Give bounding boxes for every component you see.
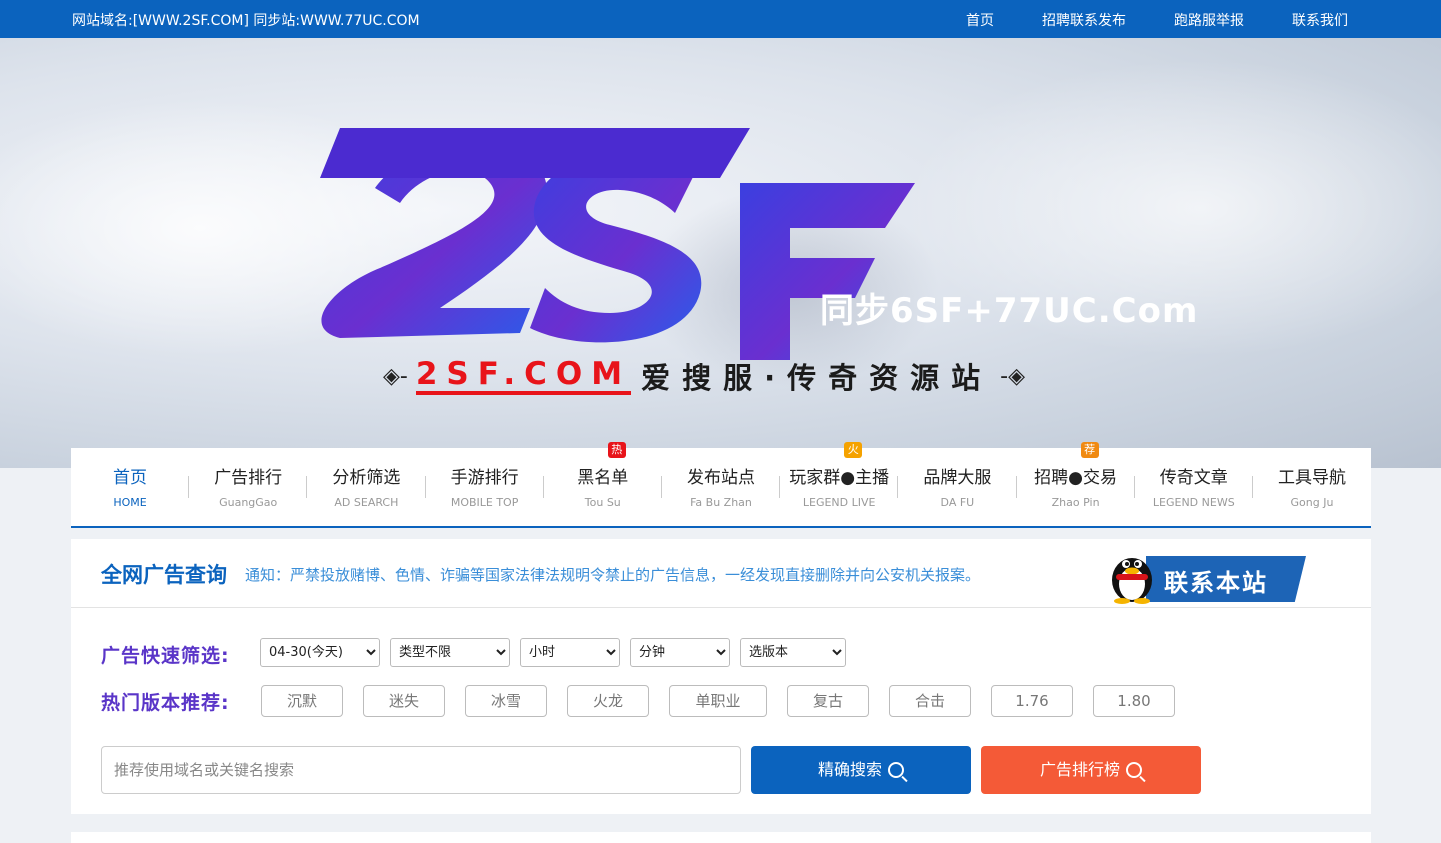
hot-tag[interactable]: 合击	[889, 685, 971, 717]
nav-badge: 热	[607, 442, 626, 458]
contact-site-button[interactable]: 联系本站	[1106, 548, 1306, 604]
nav-separator	[897, 476, 899, 498]
sync-domains: 同步6SF+77UC.Com	[820, 291, 1199, 331]
nav-item-label: 手游排行	[450, 468, 519, 488]
tagline: ◈- 2SF.COM 爱搜服·传奇资源站 -◈	[375, 356, 1033, 396]
nav-item-6[interactable]: 玩家群●主播 LEGEND LIVE 火	[780, 442, 898, 526]
search-icon	[888, 762, 904, 778]
precise-search-button[interactable]: 精确搜索	[751, 746, 971, 794]
notice-text: 通知：严禁投放赌博、色情、诈骗等国家法律法规明令禁止的广告信息，一经发现直接删除…	[245, 566, 981, 584]
hot-tag[interactable]: 沉默	[261, 685, 343, 717]
nav-separator	[542, 476, 544, 498]
nav-item-label: 玩家群●主播	[789, 468, 890, 488]
top-links: 首页 招聘联系发布 跑路服举报 联系我们	[918, 10, 1348, 30]
next-section-edge	[71, 832, 1371, 843]
ad-rank-label: 广告排行榜	[1039, 760, 1120, 779]
top-link-recruit[interactable]: 招聘联系发布	[1042, 10, 1126, 30]
nav-item-9[interactable]: 传奇文章 LEGEND NEWS	[1135, 448, 1253, 526]
domain-info: 网站域名:[WWW.2SF.COM] 同步站:WWW.77UC.COM	[72, 13, 420, 29]
nav-item-sublabel: AD SEARCH	[334, 496, 399, 509]
sync-band	[320, 128, 750, 178]
nav-separator	[779, 476, 781, 498]
nav-item-sublabel: HOME	[113, 496, 147, 509]
filter-label: 广告快速筛选:	[101, 645, 230, 667]
nav-separator	[306, 476, 308, 498]
nav-item-0[interactable]: 首页 HOME	[71, 448, 189, 526]
nav-item-label: 招聘●交易	[1034, 468, 1118, 488]
hot-tag[interactable]: 复古	[787, 685, 869, 717]
hot-tag[interactable]: 单职业	[669, 685, 767, 717]
nav-item-label: 传奇文章	[1159, 468, 1228, 488]
site-slogan: 爱搜服·传奇资源站	[641, 361, 993, 395]
nav-badge: 火	[844, 442, 863, 458]
minute-select[interactable]: 分钟	[630, 638, 730, 667]
site-logo[interactable]: 同步6SF+77UC.Com	[320, 128, 1220, 388]
hot-tag[interactable]: 火龙	[567, 685, 649, 717]
nav-item-label: 品牌大服	[923, 468, 992, 488]
main-nav: 首页 HOME 广告排行 GuangGao 分析筛选 AD SEARCH 手游排行 MOBIL…	[71, 442, 1371, 528]
site-domain[interactable]: 2SF.COM	[415, 357, 632, 395]
hot-version-label: 热门版本推荐:	[101, 692, 230, 714]
nav-item-7[interactable]: 品牌大服 DA FU	[898, 448, 1016, 526]
search-input[interactable]	[101, 746, 741, 794]
hot-tag[interactable]: 冰雪	[465, 685, 547, 717]
nav-item-sublabel: GuangGao	[219, 496, 278, 509]
left-ornament-icon: ◈-	[383, 363, 408, 389]
nav-item-8[interactable]: 招聘●交易 Zhao Pin 荐	[1017, 442, 1135, 526]
nav-item-1[interactable]: 广告排行 GuangGao	[189, 448, 307, 526]
top-bar: 网站域名:[WWW.2SF.COM] 同步站:WWW.77UC.COM 首页 招…	[0, 0, 1441, 38]
top-link-contact[interactable]: 联系我们	[1292, 10, 1348, 30]
nav-separator	[1015, 476, 1017, 498]
nav-item-5[interactable]: 发布站点 Fa Bu Zhan	[662, 448, 780, 526]
panel-header: 全网广告查询 通知：严禁投放赌博、色情、诈骗等国家法律法规明令禁止的广告信息，一…	[71, 539, 1371, 608]
contact-label: 联系本站	[1164, 569, 1268, 597]
precise-search-label: 精确搜索	[817, 760, 882, 779]
contact-band: 联系本站	[1146, 556, 1306, 602]
hot-tag[interactable]: 迷失	[363, 685, 445, 717]
nav-item-3[interactable]: 手游排行 MOBILE TOP	[426, 448, 544, 526]
nav-item-label: 广告排行	[214, 468, 283, 488]
hero-banner: 同步6SF+77UC.Com ◈- 2SF.COM 爱搜服·传奇资源站 -◈	[0, 38, 1441, 468]
qq-penguin-icon	[1112, 558, 1152, 604]
nav-item-4[interactable]: 黑名单 Tou Su 热	[544, 442, 662, 526]
date-select[interactable]: 04-30(今天)	[260, 638, 380, 667]
nav-item-sublabel: LEGEND LIVE	[802, 496, 876, 509]
hour-select[interactable]: 小时	[520, 638, 620, 667]
nav-item-label: 首页	[113, 468, 147, 488]
nav-separator	[1252, 476, 1253, 498]
version-select[interactable]: 选版本	[740, 638, 846, 667]
nav-item-sublabel: Zhao Pin	[1051, 496, 1100, 509]
nav-item-label: 工具导航	[1278, 468, 1346, 488]
ad-rank-button[interactable]: 广告排行榜	[981, 746, 1201, 794]
nav-item-label: 发布站点	[687, 468, 755, 488]
nav-item-sublabel: Tou Su	[584, 496, 621, 509]
nav-item-label: 分析筛选	[332, 468, 401, 488]
panel-title: 全网广告查询	[101, 563, 227, 587]
top-link-report[interactable]: 跑路服举报	[1174, 10, 1244, 30]
nav-separator	[661, 476, 662, 498]
nav-separator	[1133, 476, 1135, 498]
nav-badge: 荐	[1080, 442, 1099, 458]
right-ornament-icon: -◈	[1000, 363, 1025, 389]
nav-item-sublabel: Fa Bu Zhan	[690, 496, 752, 509]
hot-tag[interactable]: 1.76	[991, 685, 1073, 717]
nav-item-label: 黑名单	[577, 468, 629, 488]
top-link-home[interactable]: 首页	[966, 10, 994, 30]
search-icon	[1126, 762, 1142, 778]
type-select[interactable]: 类型不限	[390, 638, 510, 667]
nav-item-2[interactable]: 分析筛选 AD SEARCH	[307, 448, 425, 526]
nav-item-sublabel: LEGEND NEWS	[1152, 496, 1235, 509]
nav-item-sublabel: Gong Ju	[1290, 496, 1334, 509]
ad-search-panel: 全网广告查询 通知：严禁投放赌博、色情、诈骗等国家法律法规明令禁止的广告信息，一…	[71, 539, 1371, 814]
nav-separator	[424, 476, 426, 498]
nav-item-sublabel: MOBILE TOP	[450, 496, 519, 509]
nav-item-10[interactable]: 工具导航 Gong Ju	[1253, 448, 1371, 526]
hot-tag[interactable]: 1.80	[1093, 685, 1175, 717]
nav-separator	[188, 476, 190, 498]
nav-item-sublabel: DA FU	[940, 496, 975, 509]
